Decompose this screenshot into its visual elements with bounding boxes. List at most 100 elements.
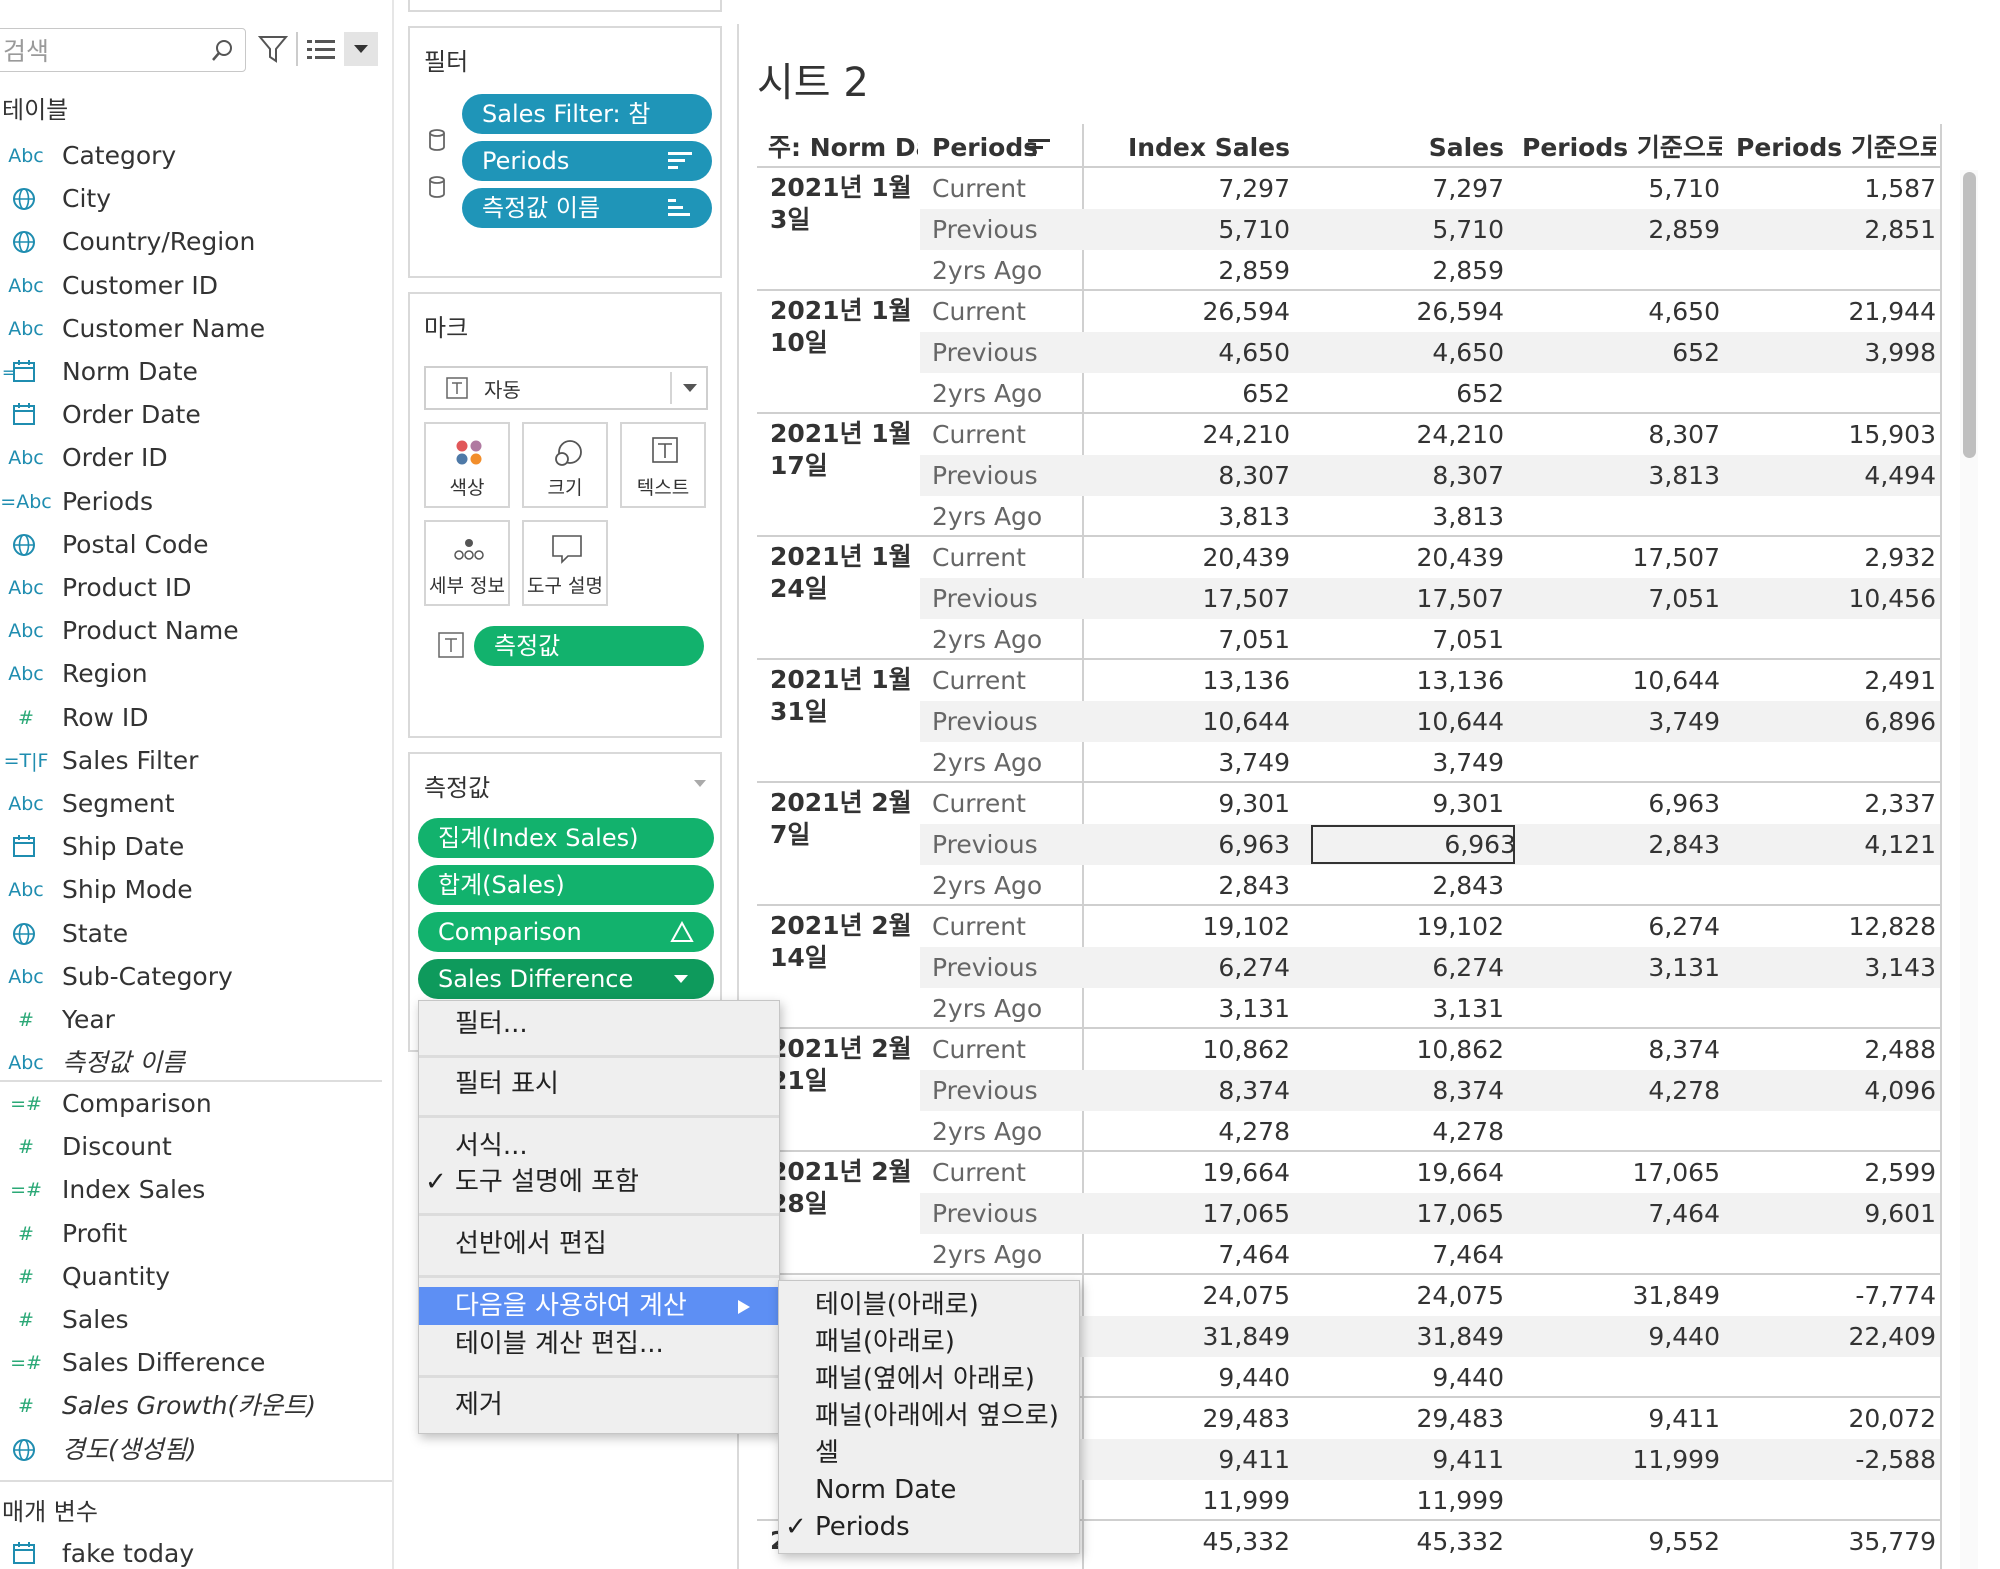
table-cell[interactable]: 13,136 [1320,660,1504,701]
dimension-year[interactable]: # Year [0,1000,380,1040]
table-cell[interactable]: 26,594 [1320,291,1504,332]
view-list-icon[interactable] [306,38,336,62]
menu-item-format[interactable]: 서식... [419,1127,779,1165]
table-cell[interactable] [1736,619,1936,660]
dimension-ship-date[interactable]: Ship Date [0,827,380,867]
table-cell[interactable] [1736,865,1936,906]
table-cell[interactable] [1520,1480,1720,1521]
table-cell[interactable] [1736,1357,1936,1398]
dimension-product-name[interactable]: Abc Product Name [0,611,380,651]
table-cell[interactable]: 8,307 [1100,455,1290,496]
row-header-norm-date[interactable]: 2021년 1월 24일 [770,541,912,605]
table-cell[interactable] [1736,1111,1936,1152]
row-header-period[interactable]: 2yrs Ago [932,619,1042,660]
table-cell[interactable]: 31,849 [1520,1275,1720,1316]
view-options-dropdown[interactable] [344,32,378,66]
table-cell[interactable]: 26,594 [1100,291,1290,332]
row-header-period[interactable]: 2yrs Ago [932,1234,1042,1275]
table-cell[interactable]: 3,749 [1100,742,1290,783]
submenu-item-norm-date[interactable]: Norm Date [779,1472,1079,1509]
table-cell[interactable]: 11,999 [1100,1480,1290,1521]
dimension-category[interactable]: Abc Category [0,136,380,176]
table-cell[interactable]: 5,710 [1320,209,1504,250]
table-cell[interactable]: 29,483 [1320,1398,1504,1439]
measure-pill-sales-difference[interactable]: Sales Difference [418,959,714,999]
submenu-item-cell[interactable]: 셀 [779,1435,1079,1472]
col-header-periods-diff-2[interactable]: Periods 기준으로 .. [1736,128,1936,168]
table-cell[interactable]: 24,210 [1100,414,1290,455]
row-header-period[interactable]: Current [932,537,1026,578]
table-cell[interactable]: 5,710 [1520,168,1720,209]
row-header-period[interactable]: 2yrs Ago [932,496,1042,537]
col-header-sales[interactable]: Sales [1320,128,1504,168]
table-cell[interactable]: 3,813 [1100,496,1290,537]
table-cell[interactable] [1736,250,1936,291]
table-cell[interactable]: 2,859 [1100,250,1290,291]
table-cell[interactable]: 17,507 [1100,578,1290,619]
measure-comparison[interactable]: =# Comparison [0,1084,380,1124]
table-cell[interactable]: 3,813 [1520,455,1720,496]
menu-item-include-in-tooltip[interactable]: ✓ 도구 설명에 포함 [419,1163,779,1201]
table-cell[interactable]: 7,051 [1320,619,1504,660]
table-cell[interactable]: 19,664 [1320,1152,1504,1193]
row-header-norm-date[interactable]: 2021년 1월 10일 [770,295,912,359]
table-cell[interactable]: 4,650 [1100,332,1290,373]
dimension-postal-code[interactable]: Postal Code [0,525,380,565]
table-cell[interactable]: 13,136 [1100,660,1290,701]
dimension-customer-id[interactable]: Abc Customer ID [0,266,380,306]
table-cell[interactable] [1736,373,1936,414]
dimension-state[interactable]: State [0,914,380,954]
measure-sales-difference[interactable]: =# Sales Difference [0,1343,380,1383]
row-header-period[interactable]: Previous [932,824,1038,865]
table-cell[interactable]: 10,644 [1320,701,1504,742]
table-cell[interactable]: 3,813 [1320,496,1504,537]
row-header-period[interactable]: Previous [932,455,1038,496]
row-header-period[interactable]: Current [932,660,1026,701]
table-cell[interactable]: 2,488 [1736,1029,1936,1070]
table-cell[interactable]: 4,121 [1736,824,1936,865]
table-cell[interactable]: 9,440 [1520,1316,1720,1357]
card-menu-caret-icon[interactable] [690,776,710,792]
table-cell[interactable]: 4,278 [1520,1070,1720,1111]
table-cell[interactable]: 3,749 [1320,742,1504,783]
dimension-product-id[interactable]: Abc Product ID [0,568,380,608]
table-cell[interactable]: 17,065 [1100,1193,1290,1234]
table-cell[interactable]: 24,075 [1320,1275,1504,1316]
measure-pill-index-sales[interactable]: 집계(Index Sales) [418,818,714,858]
table-cell[interactable]: 8,307 [1520,414,1720,455]
table-cell[interactable]: 4,278 [1100,1111,1290,1152]
table-cell[interactable]: 7,464 [1520,1193,1720,1234]
row-header-period[interactable]: 2yrs Ago [932,865,1042,906]
table-cell[interactable]: 7,051 [1100,619,1290,660]
filter-pill-sales-filter[interactable]: Sales Filter: 참 [462,94,712,134]
row-header-period[interactable]: Previous [932,209,1038,250]
table-cell[interactable]: 10,862 [1320,1029,1504,1070]
table-cell[interactable]: 4,096 [1736,1070,1936,1111]
col-header-periods-diff-1[interactable]: Periods 기준으로 .. [1522,128,1722,168]
measure-quantity[interactable]: # Quantity [0,1257,380,1297]
table-cell[interactable] [1520,619,1720,660]
table-cell[interactable] [1736,1480,1936,1521]
scrollbar-thumb[interactable] [1963,172,1976,458]
col-header-periods[interactable]: Periods [932,128,1042,168]
table-cell[interactable]: 9,411 [1320,1439,1504,1480]
table-cell[interactable]: 2,932 [1736,537,1936,578]
row-header-period[interactable]: Current [932,906,1026,947]
table-cell[interactable]: 9,301 [1100,783,1290,824]
row-header-period[interactable]: Previous [932,1193,1038,1234]
table-cell[interactable]: 652 [1320,373,1504,414]
measure-sales[interactable]: # Sales [0,1300,380,1340]
menu-item-edit-table-calc[interactable]: 테이블 계산 편집... [419,1325,779,1363]
table-cell[interactable] [1736,742,1936,783]
table-cell[interactable]: 31,849 [1320,1316,1504,1357]
table-cell[interactable] [1520,1357,1720,1398]
table-cell[interactable]: 20,439 [1100,537,1290,578]
table-cell[interactable]: 2,859 [1320,250,1504,291]
table-cell[interactable]: 2,843 [1520,824,1720,865]
submenu-item-table-down[interactable]: 테이블(아래로) [779,1287,1079,1324]
table-cell[interactable] [1736,988,1936,1029]
table-cell[interactable]: 5,710 [1100,209,1290,250]
table-cell[interactable]: 6,963 [1100,824,1290,865]
table-cell[interactable]: 652 [1520,332,1720,373]
table-cell[interactable]: 19,102 [1100,906,1290,947]
